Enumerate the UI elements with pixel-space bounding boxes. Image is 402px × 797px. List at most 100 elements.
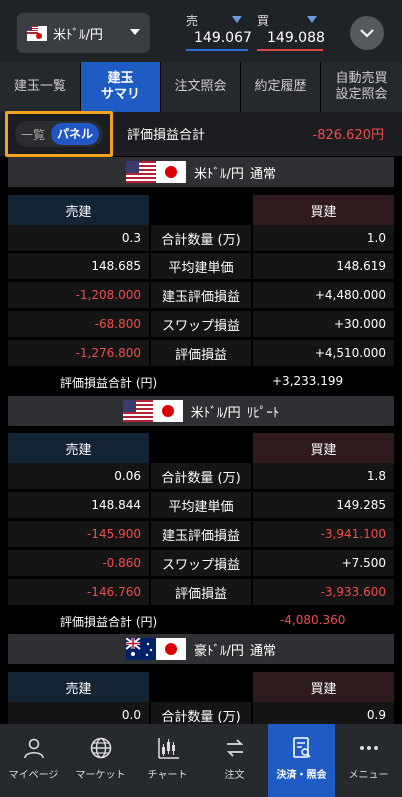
panel-header: 豪ﾄﾞﾙ/円 通常 <box>8 634 394 664</box>
person-icon <box>23 738 44 759</box>
panel-type: ﾘﾋﾟｰﾄ <box>246 405 280 421</box>
row-label-swap-pl: スワップ損益 <box>151 550 251 576</box>
buy-valuation-pl: +4,510.000 <box>253 340 394 366</box>
nav-label: 注文 <box>224 770 245 781</box>
sell-position-pl: -145.900 <box>8 521 149 547</box>
sell-column-header: 売建 <box>8 195 149 225</box>
sell-quote[interactable]: 売 149.067 <box>186 12 252 51</box>
view-toggle-highlight: 一覧 パネル <box>5 111 113 157</box>
nav-label: メニュー <box>348 770 389 781</box>
triangle-down-icon <box>307 16 317 23</box>
expand-button[interactable] <box>350 16 384 50</box>
nav-label: 決済・照会 <box>276 770 327 781</box>
panel-total-label: 評価損益合計 (円) <box>60 615 158 629</box>
currency-pair-select[interactable]: 米ﾄﾞﾙ/円 <box>17 13 150 53</box>
panel-total-row: 評価損益合計 (円) +3,233.199 <box>8 368 394 394</box>
globe-icon <box>90 737 111 759</box>
more-icon <box>359 746 378 750</box>
toggle-list-option[interactable]: 一覧 <box>15 126 51 143</box>
buy-swap-pl: +30.000 <box>253 311 394 337</box>
row-label-valuation-pl: 評価損益 <box>151 340 251 366</box>
row-label-position-pl: 建玉評価損益 <box>151 521 251 547</box>
sell-quantity: 0.06 <box>8 463 149 489</box>
row-label-position-pl: 建玉評価損益 <box>151 282 251 308</box>
header: 米ﾄﾞﾙ/円 売 149.067 買 149.088 <box>0 0 402 62</box>
buy-valuation-pl: -3,933.600 <box>253 579 394 605</box>
buy-column-header: 買建 <box>253 195 394 225</box>
au-jp-flag-icon <box>126 638 187 660</box>
buy-avg-price: 148.619 <box>253 253 394 279</box>
buy-column-header: 買建 <box>253 672 394 702</box>
nav-market[interactable]: マーケット <box>67 724 134 797</box>
total-pl-value: -826.620円 <box>312 128 384 143</box>
row-label-swap-pl: スワップ損益 <box>151 311 251 337</box>
panel-header: 米ﾄﾞﾙ/円 通常 <box>8 157 394 187</box>
sell-price: 149.067 <box>194 30 252 46</box>
buy-label: 買 <box>257 14 270 28</box>
panel-total-value: -4,080.360 <box>280 613 346 627</box>
document-search-icon <box>292 737 311 758</box>
sell-quantity: 0.3 <box>8 225 149 251</box>
panel-pair: 米ﾄﾞﾙ/円 <box>194 166 244 182</box>
caret-down-icon <box>130 29 140 35</box>
buy-position-pl: +4,480.000 <box>253 282 394 308</box>
buy-quote[interactable]: 買 149.088 <box>257 12 325 51</box>
panel-type: 通常 <box>249 166 276 182</box>
panel-type: 通常 <box>249 643 276 659</box>
panel-total-label: 評価損益合計 (円) <box>60 376 158 390</box>
sell-column-header: 売建 <box>8 672 149 702</box>
panel-pair: 豪ﾄﾞﾙ/円 <box>194 643 244 659</box>
nav-chart[interactable]: チャート <box>134 724 201 797</box>
tab-auto-trade-settings[interactable]: 自動売買 設定照会 <box>321 62 402 112</box>
exchange-icon <box>226 739 243 757</box>
buy-price: 149.088 <box>267 30 325 46</box>
us-jp-flag-icon <box>122 400 183 422</box>
sell-swap-pl: -68.800 <box>8 311 149 337</box>
row-label-avg-price: 平均建単価 <box>151 253 251 279</box>
triangle-down-icon <box>232 16 242 23</box>
tab-execution-history[interactable]: 約定履歴 <box>241 62 321 112</box>
sell-position-pl: -1,208.000 <box>8 282 149 308</box>
nav-label: マーケット <box>75 770 126 781</box>
nav-mypage[interactable]: マイページ <box>0 724 67 797</box>
us-jp-flag-icon <box>126 161 187 183</box>
sell-valuation-pl: -146.760 <box>8 579 149 605</box>
sell-underline <box>186 49 248 51</box>
panel-total-value: +3,233.199 <box>272 374 344 388</box>
toggle-panel-option[interactable]: パネル <box>51 123 99 145</box>
sell-swap-pl: -0.860 <box>8 550 149 576</box>
sell-column-header: 売建 <box>8 433 149 463</box>
tab-order-inquiry[interactable]: 注文照会 <box>161 62 241 112</box>
sell-valuation-pl: -1,276.800 <box>8 340 149 366</box>
sell-avg-price: 148.685 <box>8 253 149 279</box>
row-label-quantity: 合計数量 (万) <box>151 463 251 489</box>
buy-swap-pl: +7.500 <box>253 550 394 576</box>
bottom-nav: マイページ マーケット チャート 注文 決済・照会 メニュー <box>0 724 402 797</box>
row-label-quantity: 合計数量 (万) <box>151 225 251 251</box>
nav-menu[interactable]: メニュー <box>335 724 402 797</box>
buy-column-header: 買建 <box>253 433 394 463</box>
chevron-down-icon <box>360 29 374 38</box>
nav-settlement-inquiry[interactable]: 決済・照会 <box>268 724 335 797</box>
panel-pair: 米ﾄﾞﾙ/円 <box>190 405 241 421</box>
buy-quantity: 1.0 <box>253 225 394 251</box>
us-jp-flag-icon <box>27 25 47 41</box>
total-pl-label: 評価損益合計 <box>127 128 206 143</box>
buy-avg-price: 149.285 <box>253 492 394 518</box>
panel-header: 米ﾄﾞﾙ/円 ﾘﾋﾟｰﾄ <box>8 396 394 426</box>
row-label-valuation-pl: 評価損益 <box>151 579 251 605</box>
view-toggle[interactable]: 一覧 パネル <box>15 121 103 147</box>
panel-total-row: 評価損益合計 (円) -4,080.360 <box>8 607 394 633</box>
buy-underline <box>257 49 323 51</box>
selected-pair: 米ﾄﾞﾙ/円 <box>53 27 103 43</box>
nav-label: マイページ <box>8 770 59 781</box>
nav-label: チャート <box>147 770 188 781</box>
row-label-avg-price: 平均建単価 <box>151 492 251 518</box>
tab-positions-summary[interactable]: 建玉 サマリ <box>81 62 161 112</box>
sell-avg-price: 148.844 <box>8 492 149 518</box>
nav-order[interactable]: 注文 <box>201 724 268 797</box>
chart-icon <box>157 738 179 759</box>
buy-quantity: 1.8 <box>253 463 394 489</box>
sell-label: 売 <box>186 14 199 28</box>
tab-positions-list[interactable]: 建玉一覧 <box>0 62 81 112</box>
